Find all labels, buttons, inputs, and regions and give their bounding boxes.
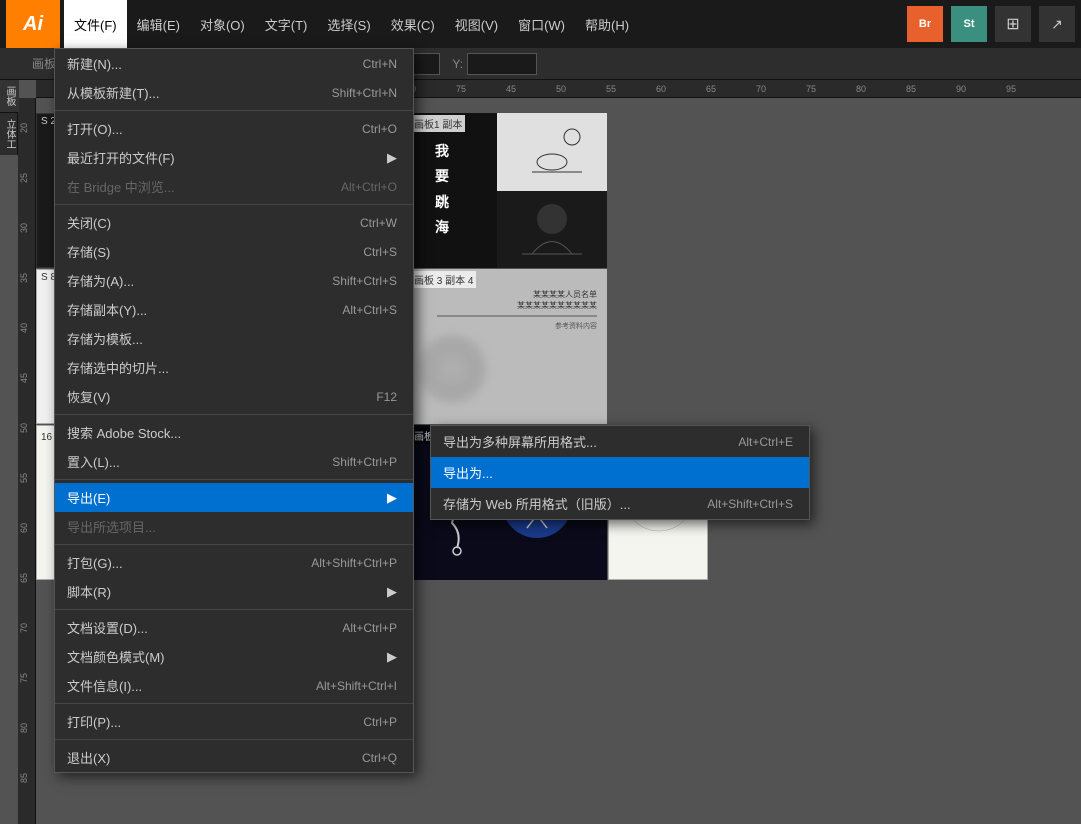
menu-item-bridge[interactable]: 在 Bridge 中浏览... Alt+Ctrl+O [55,172,413,201]
share-icon[interactable]: ↗ [1039,6,1075,42]
menu-item-package[interactable]: 打包(G)... Alt+Shift+Ctrl+P [55,548,413,577]
menu-item-save[interactable]: 存储(S) Ctrl+S [55,237,413,266]
menu-item-export-selected[interactable]: 导出所选项目... [55,512,413,541]
svg-text:60: 60 [656,84,666,94]
file-menu-dropdown: 新建(N)... Ctrl+N 从模板新建(T)... Shift+Ctrl+N… [54,48,414,773]
svg-text:80: 80 [856,84,866,94]
svg-text:95: 95 [1006,84,1016,94]
menu-item-export[interactable]: 导出(E) ▶ [55,483,413,512]
separator-3 [55,414,413,415]
svg-text:70: 70 [756,84,766,94]
svg-text:75: 75 [456,84,466,94]
separator-7 [55,703,413,704]
menu-type[interactable]: 文字(T) [255,0,318,48]
menu-bar: Ai 文件(F) 编辑(E) 对象(O) 文字(T) 选择(S) 效果(C) 视… [0,0,1081,48]
artboard-10: 10 - 画板 3 副本 4 某某某某人员名单某某某某某某某某某某 参考资料内容 [387,269,607,424]
panel-tab-3d[interactable]: 立体工 [0,113,19,155]
panel-tab-artboard[interactable]: 画板 [0,80,19,112]
export-screens-label: 导出为多种屏幕所用格式... [443,432,597,451]
app-logo: Ai [6,0,60,48]
svg-text:90: 90 [956,84,966,94]
menu-select[interactable]: 选择(S) [317,0,380,48]
right-toolbar-icons: Br St ⊞ ↗ [907,6,1075,42]
export-web-label: 存储为 Web 所用格式（旧版）... [443,494,631,513]
menu-item-place[interactable]: 置入(L)... Shift+Ctrl+P [55,447,413,476]
menu-window[interactable]: 窗口(W) [508,0,575,48]
menu-view[interactable]: 视图(V) [445,0,508,48]
export-submenu-dropdown: 导出为多种屏幕所用格式... Alt+Ctrl+E 导出为... 存储为 Web… [430,425,810,520]
separator-5 [55,544,413,545]
menu-object[interactable]: 对象(O) [190,0,255,48]
stock-icon[interactable]: St [951,6,987,42]
export-submenu-as[interactable]: 导出为... [431,457,809,488]
menu-item-close[interactable]: 关闭(C) Ctrl+W [55,208,413,237]
svg-text:75: 75 [806,84,816,94]
export-as-label: 导出为... [443,463,493,482]
menu-item-save-selected[interactable]: 存储选中的切片... [55,353,413,382]
svg-text:45: 45 [506,84,516,94]
menu-item-save-template[interactable]: 存储为模板... [55,324,413,353]
menu-item-file-info[interactable]: 文件信息(I)... Alt+Shift+Ctrl+I [55,671,413,700]
separator-6 [55,609,413,610]
doc-color-arrow-icon: ▶ [387,649,397,665]
separator-2 [55,204,413,205]
bridge-icon[interactable]: Br [907,6,943,42]
menu-item-new[interactable]: 新建(N)... Ctrl+N [55,49,413,78]
menu-effect[interactable]: 效果(C) [381,0,445,48]
svg-text:65: 65 [706,84,716,94]
separator-8 [55,739,413,740]
menu-item-print[interactable]: 打印(P)... Ctrl+P [55,707,413,736]
svg-text:50: 50 [556,84,566,94]
export-web-shortcut: Alt+Shift+Ctrl+S [687,497,793,511]
scripts-arrow-icon: ▶ [387,584,397,600]
menu-item-revert[interactable]: 恢复(V) F12 [55,382,413,411]
tools-panel [18,98,36,824]
menu-item-doc-settings[interactable]: 文档设置(D)... Alt+Ctrl+P [55,613,413,642]
export-screens-shortcut: Alt+Ctrl+E [718,435,793,449]
menu-item-recent[interactable]: 最近打开的文件(F) ▶ [55,143,413,172]
menu-item-search-stock[interactable]: 搜索 Adobe Stock... [55,418,413,447]
export-submenu-web[interactable]: 存储为 Web 所用格式（旧版）... Alt+Shift+Ctrl+S [431,488,809,519]
export-arrow-icon: ▶ [387,490,397,506]
export-submenu-screens[interactable]: 导出为多种屏幕所用格式... Alt+Ctrl+E [431,426,809,457]
menu-item-doc-color[interactable]: 文档颜色模式(M) ▶ [55,642,413,671]
svg-text:55: 55 [606,84,616,94]
recent-arrow-icon: ▶ [387,150,397,166]
menu-item-scripts[interactable]: 脚本(R) ▶ [55,577,413,606]
artboard-07: 07 - 画板1 副本 我要跳海 [387,113,607,268]
separator-1 [55,110,413,111]
artboard-label-text: 画板 [32,55,56,72]
svg-text:85: 85 [906,84,916,94]
menu-file[interactable]: 文件(F) [64,0,127,48]
menu-item-save-copy[interactable]: 存储副本(Y)... Alt+Ctrl+S [55,295,413,324]
menu-help[interactable]: 帮助(H) [575,0,639,48]
menu-edit[interactable]: 编辑(E) [127,0,190,48]
separator-4 [55,479,413,480]
menu-item-new-template[interactable]: 从模板新建(T)... Shift+Ctrl+N [55,78,413,107]
menu-item-open[interactable]: 打开(O)... Ctrl+O [55,114,413,143]
menu-item-quit[interactable]: 退出(X) Ctrl+Q [55,743,413,772]
y-label: Y: [452,57,463,71]
menu-item-save-as[interactable]: 存储为(A)... Shift+Ctrl+S [55,266,413,295]
grid-icon[interactable]: ⊞ [995,6,1031,42]
y-input[interactable] [467,53,537,75]
